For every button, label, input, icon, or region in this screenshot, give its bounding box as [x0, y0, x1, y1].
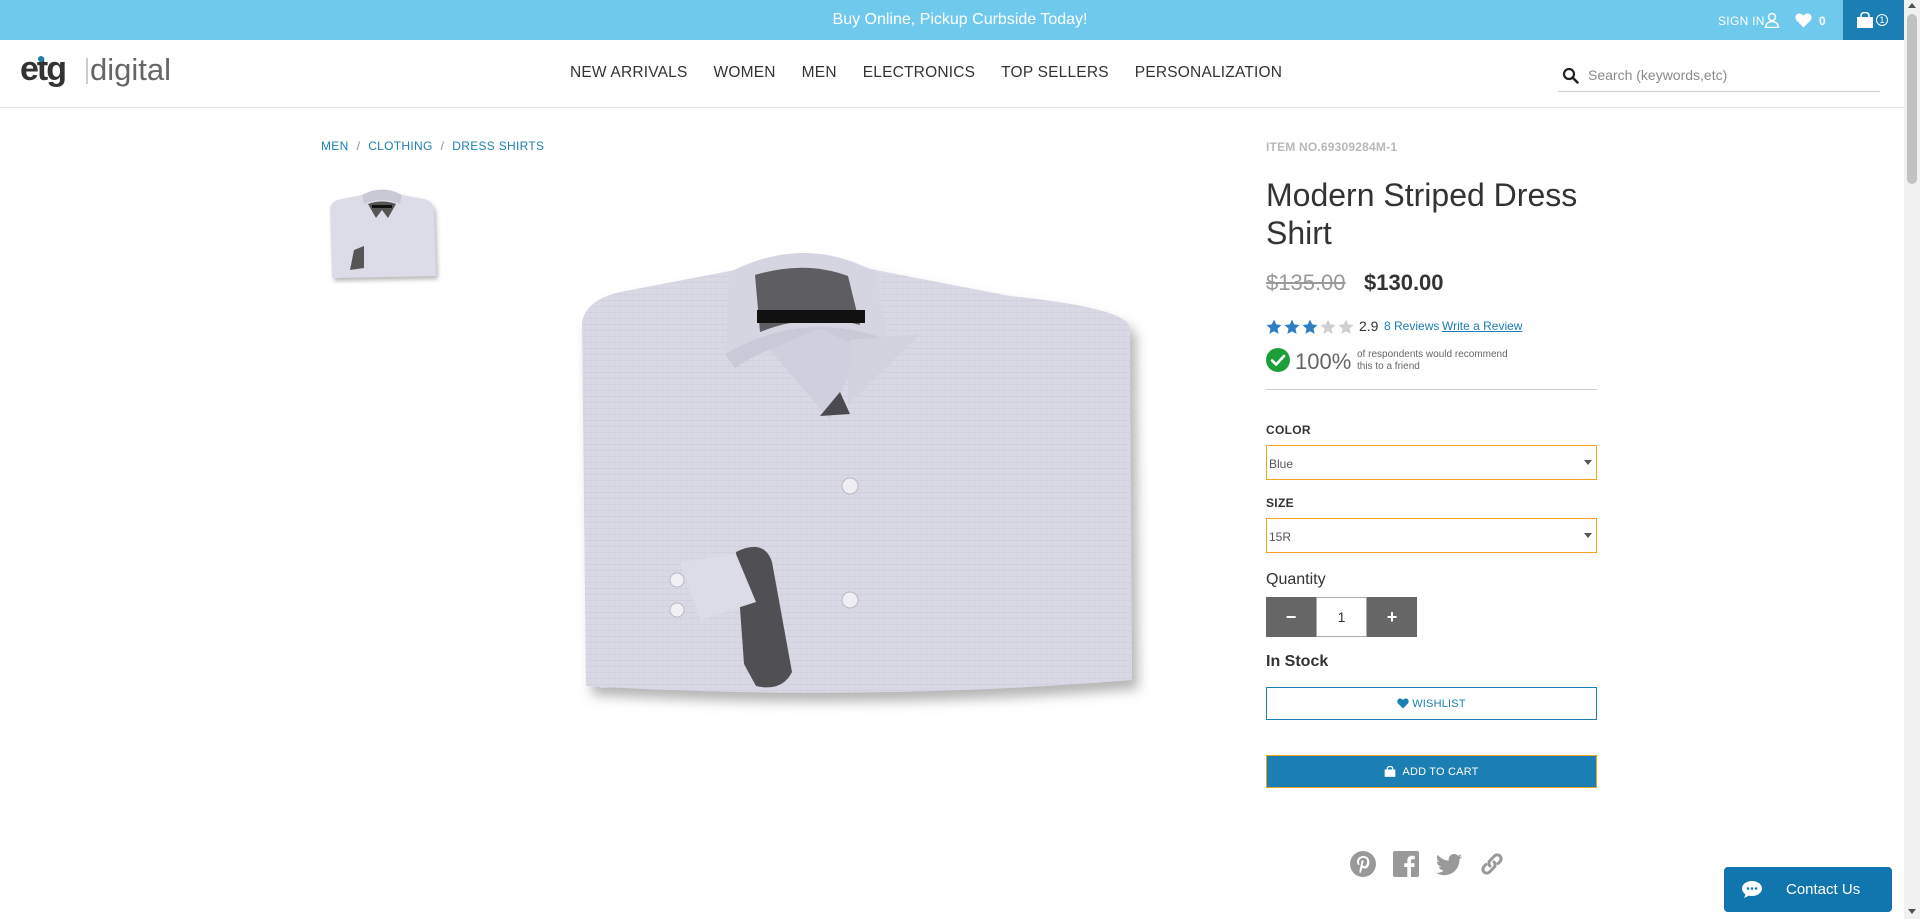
recommend-text: of respondents would recommend this to a…: [1357, 349, 1508, 372]
chat-bubble-icon: [1742, 881, 1762, 898]
color-select-value: Blue: [1269, 457, 1294, 471]
wishlist-count: 0: [1819, 14, 1826, 28]
star-empty-icon: [1320, 319, 1336, 334]
add-to-cart-label: ADD TO CART: [1402, 765, 1479, 778]
nav-new-arrivals[interactable]: NEW ARRIVALS: [570, 64, 688, 82]
page-scrollbar[interactable]: [1904, 0, 1920, 919]
quantity-input[interactable]: 1: [1316, 597, 1367, 637]
nav-men[interactable]: MEN: [802, 64, 837, 82]
rating-stars[interactable]: [1266, 319, 1354, 335]
product-main-image[interactable]: [560, 240, 1150, 720]
link-icon[interactable]: [1478, 850, 1506, 878]
product-details: ITEM NO.69309284M-1 Modern Striped Dress…: [1266, 140, 1597, 788]
breadcrumb-separator: /: [356, 139, 361, 153]
color-select[interactable]: Blue: [1266, 445, 1597, 480]
search-input[interactable]: [1588, 63, 1868, 87]
promo-bar: Buy Online, Pickup Curbside Today! SIGN …: [0, 0, 1920, 40]
quantity-increase-button[interactable]: +: [1367, 597, 1417, 637]
quantity-label: Quantity: [1266, 571, 1326, 588]
divider: [1266, 389, 1597, 390]
twitter-icon[interactable]: [1435, 850, 1463, 878]
add-to-cart-button[interactable]: ADD TO CART: [1266, 755, 1597, 788]
etg-digital-logo[interactable]: etg digital: [20, 50, 180, 94]
price-row: $135.00 $130.00: [1266, 270, 1597, 300]
quantity-decrease-button[interactable]: −: [1266, 597, 1316, 637]
product-thumbnail[interactable]: [322, 182, 444, 284]
scrollbar-thumb[interactable]: [1907, 14, 1917, 184]
star-filled-icon: [1302, 319, 1318, 334]
cart-button[interactable]: 1: [1843, 0, 1904, 40]
nav-women[interactable]: WOMEN: [714, 64, 776, 82]
cart-count: 1: [1876, 14, 1888, 26]
shopping-bag-icon: [1857, 12, 1873, 28]
wishlist-button-label: WISHLIST: [1412, 697, 1466, 710]
main-nav: NEW ARRIVALS WOMEN MEN ELECTRONICS TOP S…: [570, 64, 1308, 82]
nav-personalization[interactable]: PERSONALIZATION: [1135, 64, 1282, 82]
search-icon[interactable]: [1562, 67, 1579, 84]
facebook-icon[interactable]: [1392, 850, 1420, 878]
check-circle-icon: [1266, 348, 1290, 372]
star-empty-icon: [1338, 319, 1354, 334]
color-label: COLOR: [1266, 423, 1311, 437]
recommend-percent: 100%: [1295, 349, 1352, 374]
scroll-down-arrow[interactable]: [1908, 909, 1916, 914]
contact-us-label: Contact Us: [1786, 881, 1861, 898]
breadcrumb-clothing[interactable]: CLOTHING: [368, 139, 432, 153]
svg-text:digital: digital: [90, 52, 171, 87]
social-share: [1349, 850, 1506, 878]
search-box: [1558, 60, 1880, 92]
star-filled-icon: [1266, 319, 1282, 334]
chevron-down-icon: [1584, 460, 1592, 465]
product-title: Modern Striped Dress Shirt: [1266, 177, 1578, 251]
chevron-down-icon: [1584, 533, 1592, 538]
promo-text: Buy Online, Pickup Curbside Today!: [832, 11, 1088, 28]
wishlist-button[interactable]: WISHLIST: [1266, 687, 1597, 720]
original-price: $135.00: [1266, 270, 1346, 295]
star-filled-icon: [1284, 319, 1300, 334]
nav-electronics[interactable]: ELECTRONICS: [863, 64, 975, 82]
stock-status: In Stock: [1266, 653, 1329, 670]
quantity-stepper: − 1 +: [1266, 597, 1417, 637]
nav-top-sellers[interactable]: TOP SELLERS: [1001, 64, 1109, 82]
breadcrumb-men[interactable]: MEN: [321, 139, 349, 153]
breadcrumb-dress-shirts[interactable]: DRESS SHIRTS: [452, 139, 544, 153]
site-header: etg digital NEW ARRIVALS WOMEN MEN ELECT…: [0, 40, 1904, 108]
sale-price: $130.00: [1364, 270, 1444, 295]
heart-icon[interactable]: [1795, 13, 1812, 28]
reviews-link[interactable]: 8 Reviews: [1384, 319, 1439, 333]
user-icon[interactable]: [1764, 12, 1780, 28]
size-select[interactable]: 15R: [1266, 518, 1597, 553]
recommendation: 100% of respondents would recommend this…: [1266, 346, 1597, 376]
item-number: ITEM NO.69309284M-1: [1266, 140, 1398, 154]
size-label: SIZE: [1266, 496, 1294, 510]
size-select-value: 15R: [1269, 530, 1292, 544]
breadcrumb: MEN / CLOTHING / DRESS SHIRTS: [321, 139, 544, 153]
sign-in-link[interactable]: SIGN IN: [1718, 14, 1765, 28]
write-review-link[interactable]: Write a Review: [1442, 319, 1522, 333]
heart-icon: [1397, 698, 1409, 709]
shopping-bag-icon: [1385, 766, 1396, 777]
rating-row: 2.9 8 Reviews Write a Review: [1266, 318, 1597, 336]
pinterest-icon[interactable]: [1349, 850, 1377, 878]
contact-us-button[interactable]: Contact Us: [1724, 867, 1892, 912]
scroll-up-arrow[interactable]: [1908, 3, 1916, 8]
breadcrumb-separator: /: [440, 139, 445, 153]
svg-text:etg: etg: [20, 50, 65, 88]
rating-value: 2.9: [1359, 318, 1379, 334]
